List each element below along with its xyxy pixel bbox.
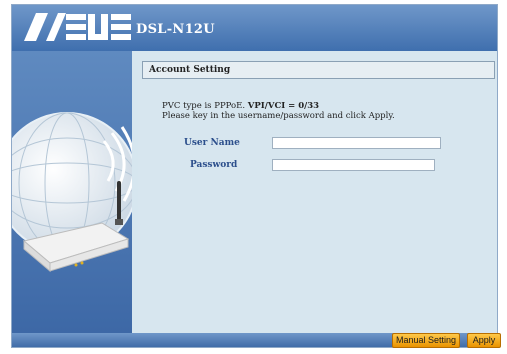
pvc-type-text: PVC type is PPPoE. [162, 101, 246, 111]
username-label: User Name [184, 138, 240, 148]
left-illustration-panel [12, 51, 132, 333]
instruction-text: Please key in the username/password and … [162, 111, 395, 121]
vpi-vci-text: VPI/VCI = 0/33 [247, 101, 320, 111]
content-panel: Account Setting PVC type is PPPoE. VPI/V… [138, 53, 495, 333]
password-field[interactable] [272, 159, 435, 171]
pvc-info: PVC type is PPPoE. VPI/VCI = 0/33 Please… [162, 101, 395, 121]
password-label: Password [190, 160, 238, 170]
username-field[interactable] [272, 137, 441, 149]
section-title: Account Setting [142, 61, 495, 79]
model-name: DSL-N12U [136, 22, 215, 37]
header-bar: DSL-N12U [12, 5, 497, 51]
apply-button[interactable]: Apply [467, 333, 501, 348]
router-setup-window: DSL-N12U Account Setting PVC type is PPP… [11, 4, 498, 348]
manual-setting-button[interactable]: Manual Setting [392, 333, 460, 348]
router-illustration [22, 181, 130, 273]
asus-logo [24, 13, 131, 41]
pvc-line: PVC type is PPPoE. VPI/VCI = 0/33 [162, 101, 395, 111]
